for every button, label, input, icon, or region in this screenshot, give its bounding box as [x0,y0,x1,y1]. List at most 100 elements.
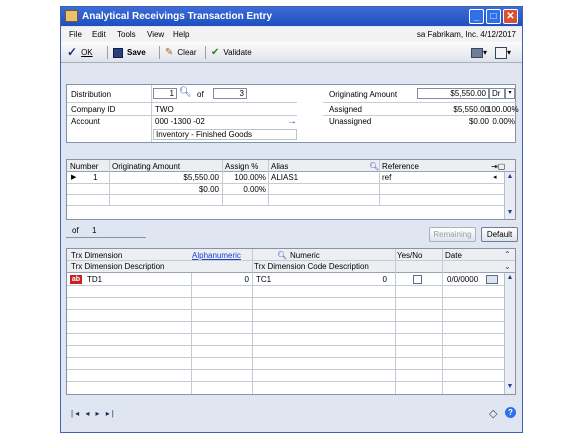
originating-amount-field: $5,550.00 [417,88,489,99]
company-id-label: Company ID [71,105,116,114]
main-window: Analytical Receivings Transaction Entry … [60,6,523,433]
menu-help[interactable]: Help [173,30,189,39]
row-arrow-icon: ◂ [493,174,497,181]
help-icon[interactable]: ? [505,407,516,418]
note-icon[interactable]: ◇ [489,407,497,420]
clear-button[interactable]: ✎ Clear [165,45,197,60]
maximize-button[interactable]: □ [486,9,501,24]
menu-file[interactable]: File [69,30,82,39]
col-assign-percent[interactable]: Assign % [225,162,258,171]
remaining-button[interactable]: Remaining [429,227,476,242]
divider [67,102,297,103]
distribution-label: Distribution [71,90,112,99]
col-originating-amount[interactable]: Originating Amount [112,162,180,171]
divider [323,115,517,116]
print-icon[interactable]: ▾ [495,45,511,60]
originating-amount-label: Originating Amount [329,90,398,99]
divider [67,205,504,206]
scroll-down-arrow-icon[interactable]: ▼ [506,383,514,391]
row-code: TC1 [256,275,272,284]
app-icon [65,10,78,22]
note-icon[interactable]: ▾ [471,45,487,60]
divider [67,194,504,195]
ok-button[interactable]: ✓ OK [67,45,93,60]
distribution-total-field: 3 [213,88,247,99]
row-yes-no-checkbox[interactable] [413,275,422,284]
row-date: 0/0/0000 [447,275,479,284]
lookup-icon[interactable]: 🔍︎ [179,87,192,98]
search-icon[interactable]: 🔍︎ [277,251,287,260]
scroll-up-arrow-icon[interactable]: ▲ [506,274,514,282]
account-expand-arrow-icon[interactable]: → [287,116,297,127]
title-bar: Analytical Receivings Transaction Entry … [61,7,522,26]
expand-rows-icon[interactable]: ⇥▢ [491,162,505,171]
company-id-value: TWO [155,105,174,114]
menu-tools[interactable]: Tools [117,30,136,39]
default-button[interactable]: Default [481,227,518,242]
col-yes-no[interactable]: Yes/No [397,251,423,260]
assigned-label: Assigned [329,105,362,114]
minimize-button[interactable]: _ [469,9,484,24]
toolbar-separator [107,46,108,59]
col-numeric[interactable]: Numeric [290,251,320,260]
toolbar: ✓ OK Save ✎ Clear ✔ Validate ▾ ▾ [61,42,522,63]
save-button[interactable]: Save [113,45,146,60]
divider [67,309,504,310]
col-trx-dimension-description[interactable]: Trx Dimension Description [71,262,165,271]
divider [66,237,146,238]
account-value: 000 -1300 -02 [155,117,205,126]
divider [67,285,504,286]
calendar-icon[interactable] [486,275,498,284]
dropdown-arrow-icon[interactable]: ▾ [505,88,515,99]
divider [67,297,504,298]
collapse-down-icon[interactable]: ⌄ [504,262,511,271]
eraser-icon: ✎ [165,47,174,59]
divider [67,260,515,261]
divider [323,102,517,103]
unassigned-label: Unassigned [329,117,372,126]
assignment-grid-header: Number Originating Amount Assign % Alias… [67,160,515,172]
window-title: Analytical Receivings Transaction Entry [82,11,273,22]
divider [67,115,297,116]
assignment-grid-scrollbar[interactable]: ▲ ▼ [504,172,515,219]
debit-credit-field: Dr [489,88,505,99]
header-panel: Distribution 1 🔍︎ of 3 Company ID TWO Ac… [66,84,519,143]
validate-button[interactable]: ✔ Validate [211,45,252,60]
col-trx-dimension[interactable]: Trx Dimension [71,251,122,260]
alphanumeric-type-icon: ab [70,275,82,284]
dimension-grid-header: Trx Dimension Alphanumeric 🔍︎ Numeric Ye… [67,249,515,273]
assignment-grid: Number Originating Amount Assign % Alias… [66,159,516,220]
col-alphanumeric[interactable]: Alphanumeric [192,251,241,260]
col-date[interactable]: Date [445,251,462,260]
floppy-disk-icon [113,47,123,58]
validate-icon: ✔ [211,47,220,59]
row-numeric: 0 [382,275,387,284]
scroll-up-arrow-icon[interactable]: ▲ [506,173,514,181]
close-button[interactable]: ✕ [503,9,518,24]
row-percent: 0.00% [243,185,266,194]
col-number[interactable]: Number [70,162,98,171]
divider [67,183,504,184]
distribution-field[interactable]: 1 [153,88,177,99]
divider [67,357,504,358]
toolbar-separator [205,46,206,59]
col-reference[interactable]: Reference [382,162,419,171]
col-trx-dimension-code-description[interactable]: Trx Dimension Code Description [254,262,369,271]
row-alias: ALIAS1 [271,173,299,182]
dimension-grid-scrollbar[interactable]: ▲ ▼ [504,273,515,394]
menu-view[interactable]: View [147,30,164,39]
row-percent: 100.00% [234,173,266,182]
record-navigation[interactable]: |◂ ◂ ▸ ▸| [71,409,116,418]
collapse-up-icon[interactable]: ⌃ [504,250,511,259]
row-dimension: TD1 [87,275,103,284]
account-label: Account [71,117,100,126]
row-reference: ref [382,173,392,182]
divider [67,345,504,346]
entries-of-label: of [72,226,79,235]
entries-of-value: 1 [92,226,97,235]
col-alias[interactable]: Alias [271,162,288,171]
menu-edit[interactable]: Edit [92,30,106,39]
scroll-down-arrow-icon[interactable]: ▼ [506,209,514,217]
search-icon[interactable]: 🔍︎ [369,162,379,171]
assigned-amount: $5,550.00 [453,105,489,114]
